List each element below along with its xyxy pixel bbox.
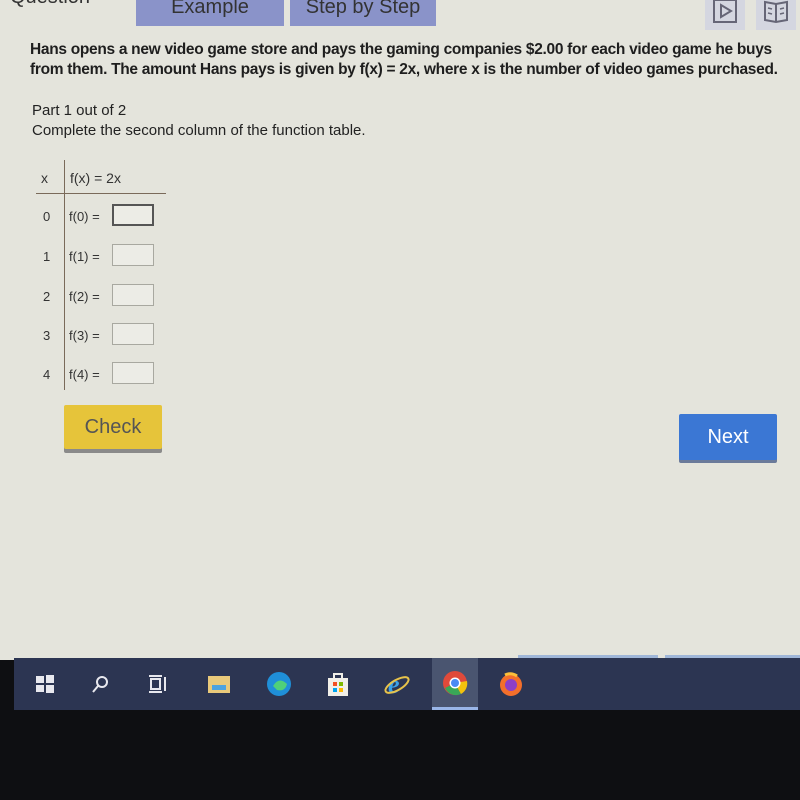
header-fx: f(x) = 2x xyxy=(70,170,121,186)
problem-line-2: from them. The amount Hans pays is given… xyxy=(30,61,778,78)
search-button[interactable] xyxy=(77,658,123,710)
edge-icon xyxy=(267,672,291,696)
problem-line-1: Hans opens a new video game store and pa… xyxy=(30,41,772,58)
book-icon xyxy=(764,0,788,24)
task-view-icon xyxy=(149,675,166,693)
check-button[interactable]: Check xyxy=(64,405,162,449)
internet-explorer-button[interactable]: e xyxy=(374,658,420,710)
video-icon xyxy=(713,0,737,23)
table-divider-horizontal xyxy=(36,193,166,194)
header-x: x xyxy=(41,170,48,186)
taskbar: e xyxy=(14,658,800,710)
answer-input-f2[interactable] xyxy=(112,284,154,306)
x-value: 3 xyxy=(43,328,51,343)
answer-input-f4[interactable] xyxy=(112,362,154,384)
edge-button[interactable] xyxy=(256,658,302,710)
table-divider-vertical xyxy=(64,160,65,390)
next-button[interactable]: Next xyxy=(679,414,777,460)
f-label: f(0) = xyxy=(69,209,100,224)
f-label: f(1) = xyxy=(69,249,100,264)
f-label: f(4) = xyxy=(69,367,100,382)
internet-explorer-icon: e xyxy=(384,670,410,698)
start-button[interactable] xyxy=(22,658,68,710)
chrome-button[interactable] xyxy=(432,658,478,710)
f-label: f(3) = xyxy=(69,328,100,343)
table-row: 1 f(1) = xyxy=(36,244,176,270)
chrome-icon xyxy=(443,670,468,695)
ebook-button[interactable] xyxy=(756,0,796,30)
x-value: 2 xyxy=(43,289,51,304)
problem-text: Hans opens a new video game store and pa… xyxy=(30,40,790,80)
firefox-button[interactable] xyxy=(488,658,534,710)
table-row: 2 f(2) = xyxy=(36,284,176,310)
function-table: x f(x) = 2x 0 f(0) = 1 f(1) = 2 f(2) = 3… xyxy=(36,160,176,395)
tab-question[interactable]: Question xyxy=(10,0,90,9)
table-row: 4 f(4) = xyxy=(36,362,176,388)
tab-example[interactable]: Example xyxy=(136,0,284,26)
x-value: 4 xyxy=(43,367,51,382)
answer-input-f3[interactable] xyxy=(112,323,154,345)
x-value: 0 xyxy=(43,209,51,224)
instruction: Complete the second column of the functi… xyxy=(32,122,366,139)
windows-icon xyxy=(36,675,54,693)
top-bar: Question Example Step by Step xyxy=(0,0,800,30)
x-value: 1 xyxy=(43,249,51,264)
store-button[interactable] xyxy=(315,658,361,710)
screen: Question Example Step by Step Hans opens… xyxy=(0,0,800,663)
f-label: f(2) = xyxy=(69,289,100,304)
part-label: Part 1 out of 2 xyxy=(32,102,127,119)
table-row: 0 f(0) = xyxy=(36,204,176,230)
store-icon xyxy=(328,673,348,696)
firefox-icon xyxy=(500,672,522,696)
file-explorer-button[interactable] xyxy=(196,658,242,710)
folder-icon xyxy=(208,676,230,693)
table-row: 3 f(3) = xyxy=(36,323,176,349)
answer-input-f1[interactable] xyxy=(112,244,154,266)
task-view-button[interactable] xyxy=(135,658,181,710)
video-button[interactable] xyxy=(705,0,745,30)
answer-input-f0[interactable] xyxy=(112,204,154,226)
tab-step-by-step[interactable]: Step by Step xyxy=(290,0,436,26)
search-icon xyxy=(92,676,108,693)
